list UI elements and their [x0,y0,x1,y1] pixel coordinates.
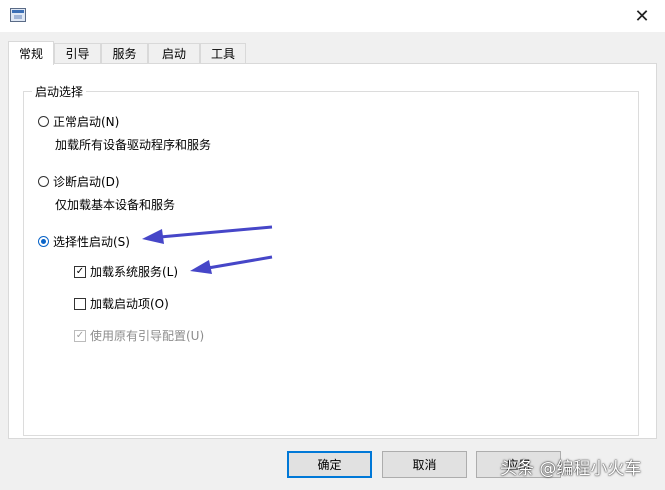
ok-button[interactable]: 确定 [287,451,372,478]
arrow-to-selective-startup [142,225,273,244]
cancel-button[interactable]: 取消 [382,451,467,478]
tab-general[interactable]: 常规 [8,41,54,65]
watermark-text: 头条 @编程小火车 [500,459,642,479]
arrow-to-load-services [190,255,273,274]
annotation-arrows [142,225,273,274]
